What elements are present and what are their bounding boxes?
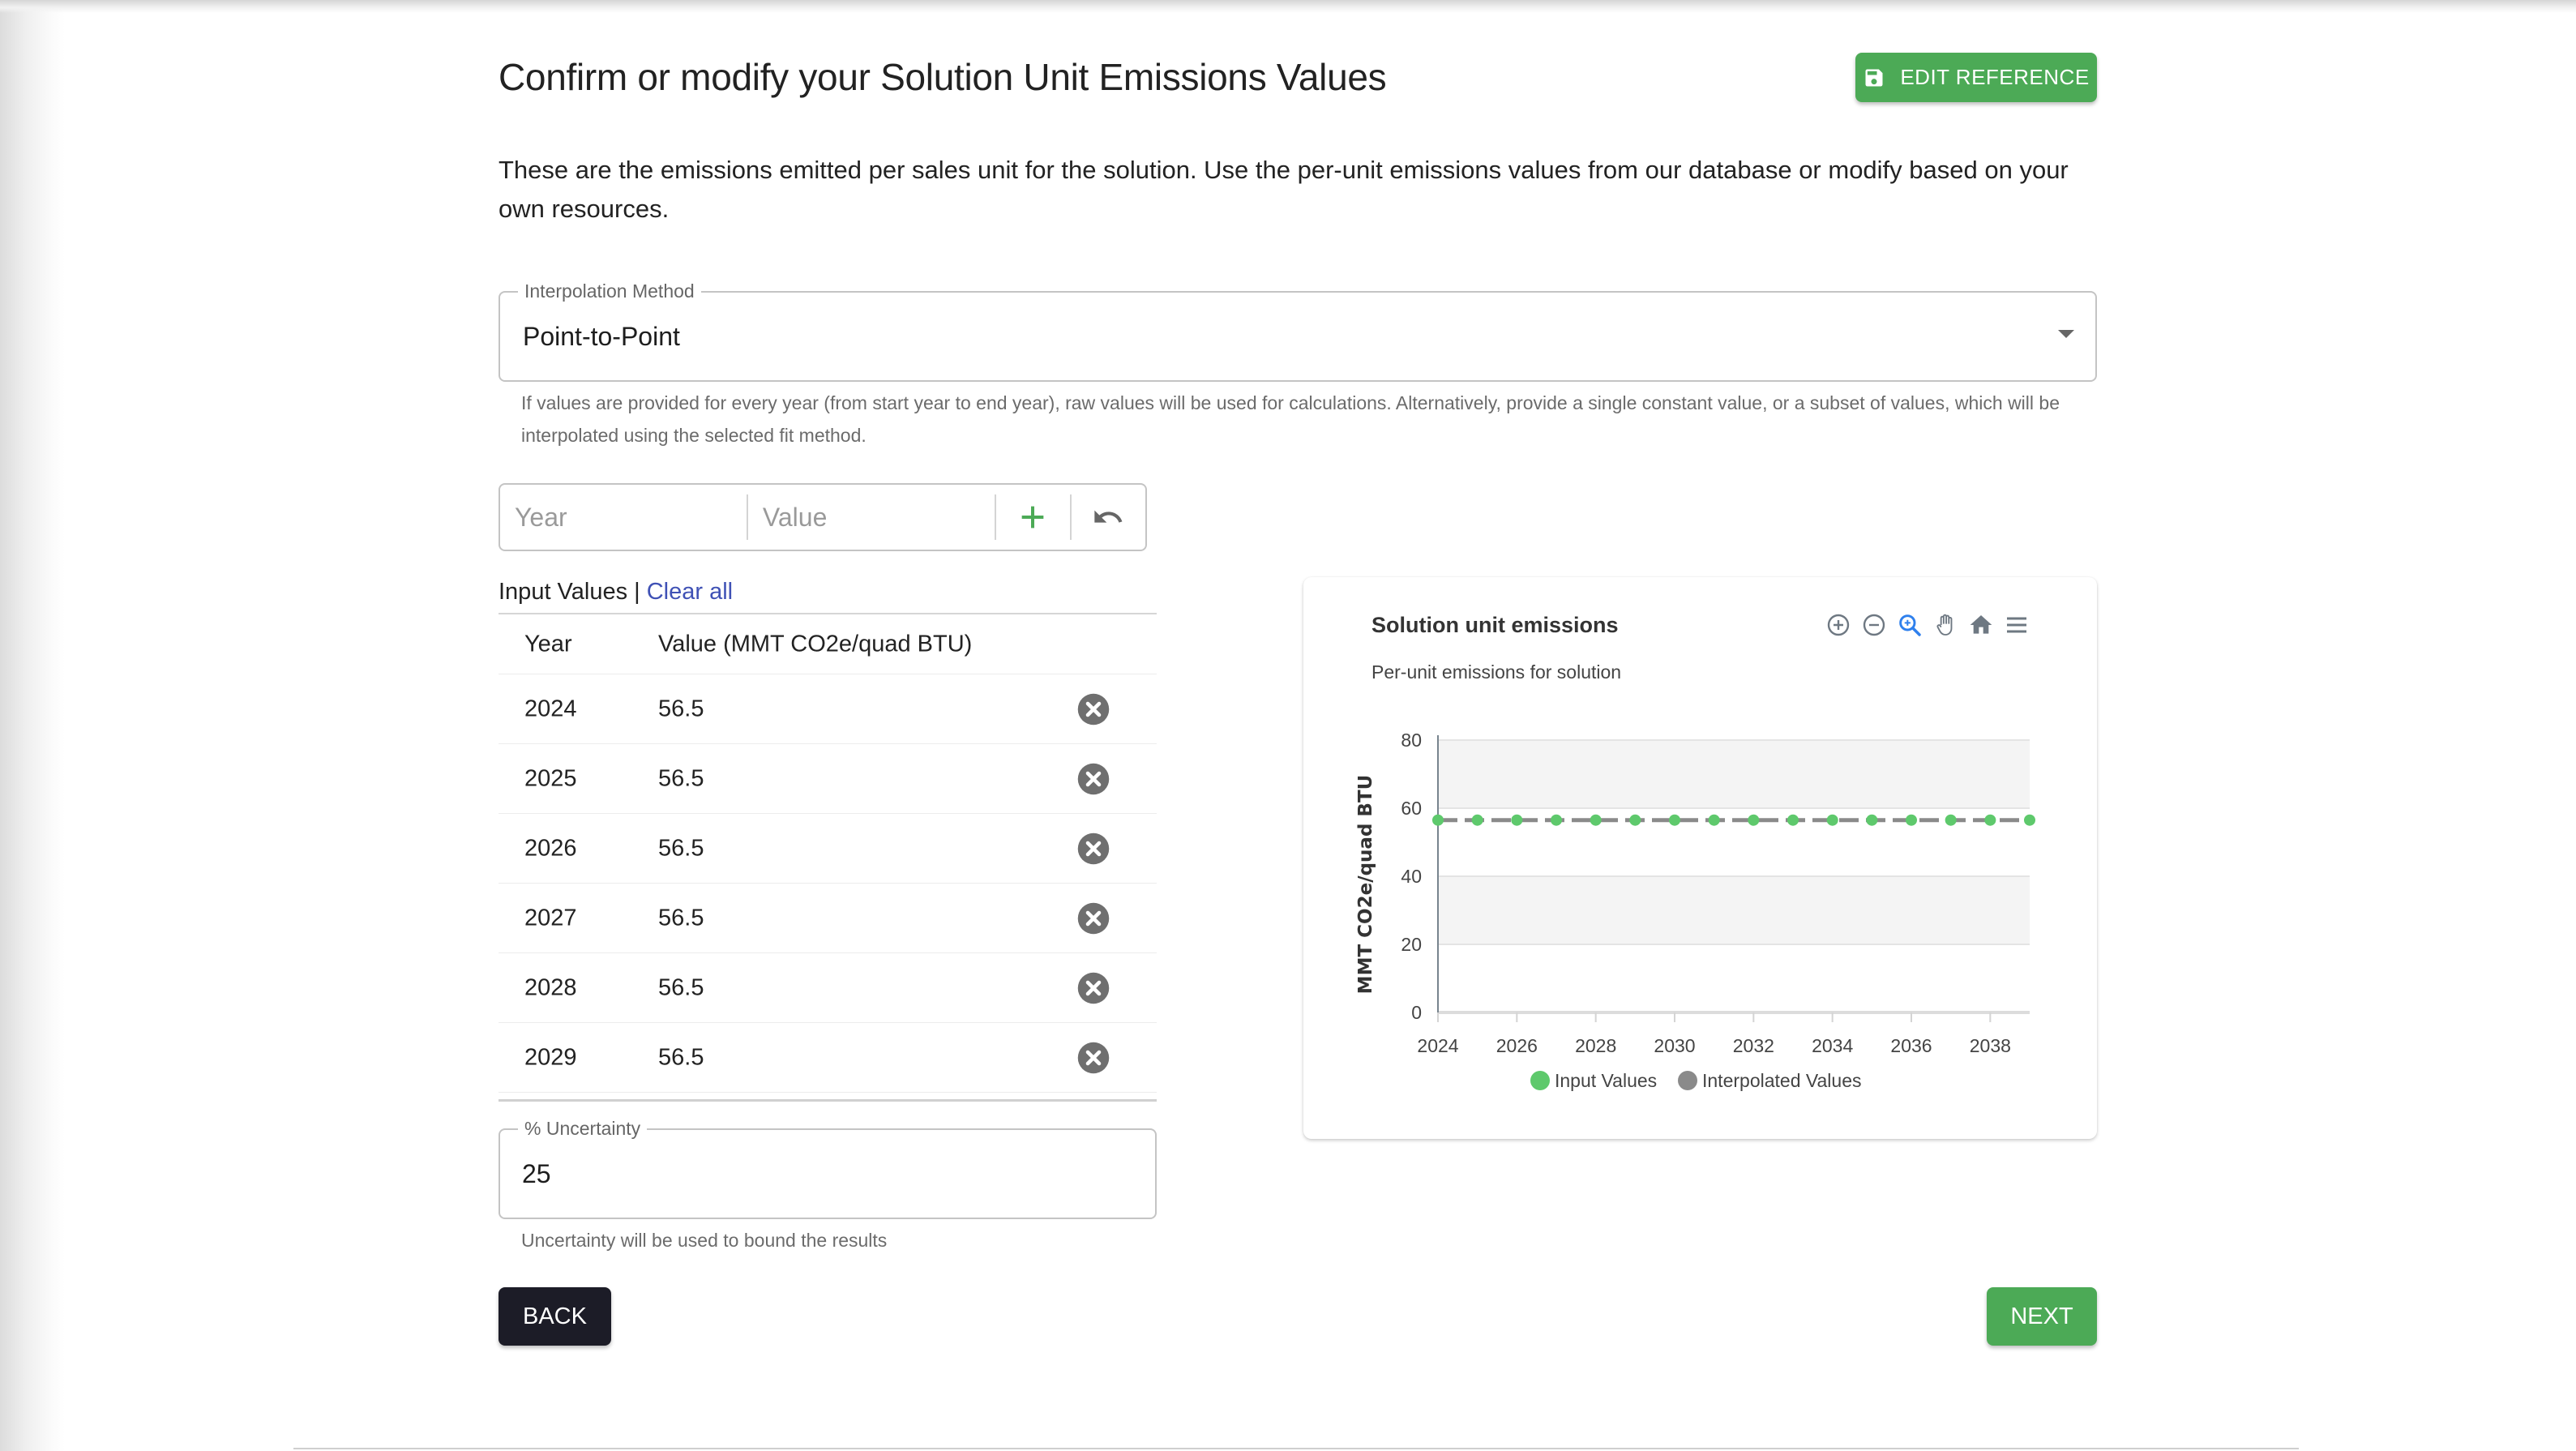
plus-icon: [1022, 506, 1044, 529]
input-value-point: [1748, 814, 1760, 826]
x-tick-label: 2032: [1733, 1035, 1774, 1056]
input-value-point: [1432, 814, 1444, 826]
row-value: 56.5: [658, 765, 704, 791]
input-value-point: [1471, 814, 1483, 826]
interpolation-method-label: Interpolation Method: [518, 280, 701, 302]
edit-reference-button[interactable]: EDIT REFERENCE: [1855, 53, 2097, 102]
remove-row-icon[interactable]: [1076, 901, 1110, 935]
next-button[interactable]: NEXT: [1987, 1287, 2097, 1346]
table-row: 2029 56.5: [499, 1023, 1157, 1093]
legend-label-input: Input Values: [1555, 1070, 1657, 1091]
table-row: 2027 56.5: [499, 884, 1157, 953]
legend-label-interpolated: Interpolated Values: [1702, 1070, 1862, 1091]
value-input[interactable]: [747, 493, 995, 541]
window-edge-shadow: [0, 0, 65, 1451]
input-value-point: [1984, 814, 1996, 826]
remove-row-icon[interactable]: [1076, 1041, 1110, 1075]
y-tick-label: 20: [1401, 934, 1422, 955]
edit-reference-label: EDIT REFERENCE: [1900, 65, 2090, 89]
chevron-down-icon: [2058, 330, 2074, 338]
row-value: 56.5: [658, 1044, 704, 1070]
add-value-input-group: [499, 483, 1147, 551]
input-value-point: [2024, 814, 2035, 826]
grid-band: [1438, 740, 2030, 808]
legend-marker-input: [1530, 1071, 1550, 1090]
input-value-point: [1629, 814, 1641, 826]
column-header-year: Year: [524, 631, 572, 657]
input-value-point: [1511, 814, 1523, 826]
x-tick-label: 2038: [1970, 1035, 2011, 1056]
row-value: 56.5: [658, 696, 704, 721]
x-tick-label: 2024: [1417, 1035, 1458, 1056]
input-value-point: [1669, 814, 1680, 826]
row-year: 2026: [524, 835, 577, 861]
input-value-point: [1945, 814, 1957, 826]
remove-row-icon[interactable]: [1076, 692, 1110, 726]
remove-row-icon[interactable]: [1076, 832, 1110, 866]
footer-divider: [293, 1448, 2299, 1449]
page-description: These are the emissions emitted per sale…: [499, 156, 2069, 223]
add-value-button[interactable]: [996, 493, 1070, 541]
input-value-point: [1866, 814, 1878, 826]
remove-row-icon[interactable]: [1076, 762, 1110, 796]
input-values-header: Input Values | Clear all: [499, 579, 733, 606]
row-year: 2024: [524, 696, 577, 721]
row-year: 2028: [524, 974, 577, 1000]
x-tick-label: 2028: [1575, 1035, 1616, 1056]
input-value-point: [1826, 814, 1838, 826]
year-input[interactable]: [500, 493, 747, 541]
x-tick-label: 2036: [1890, 1035, 1932, 1056]
column-header-value: Value (MMT CO2e/quad BTU): [658, 631, 973, 657]
table-row: 2026 56.5: [499, 814, 1157, 884]
row-year: 2027: [524, 905, 577, 931]
uncertainty-field[interactable]: % Uncertainty 25: [499, 1118, 1157, 1219]
table-row: 2025 56.5: [499, 744, 1157, 814]
line-chart: 0 20 40 60 80 2024 2026 2028 2030 2032 2034 2036 203…: [1355, 730, 2035, 1091]
row-value: 56.5: [658, 974, 704, 1000]
table-row: 2024 56.5: [499, 674, 1157, 744]
y-tick-label: 60: [1401, 798, 1422, 819]
y-tick-label: 40: [1401, 866, 1422, 887]
chart-card: Solution unit emissions Per-unit emissio…: [1303, 577, 2097, 1139]
x-tick-label: 2034: [1812, 1035, 1853, 1056]
input-value-point: [1787, 814, 1799, 826]
page-title: Confirm or modify your Solution Unit Emi…: [499, 56, 1387, 98]
table-divider: [499, 1099, 1157, 1102]
uncertainty-value: 25: [522, 1159, 551, 1188]
table-header-row: Year Value (MMT CO2e/quad BTU): [499, 614, 1157, 674]
interpolation-helper-text: If values are provided for every year (f…: [521, 392, 2060, 446]
input-values-heading: Input Values: [499, 579, 628, 605]
x-tick-label: 2030: [1654, 1035, 1695, 1056]
row-value: 56.5: [658, 835, 704, 861]
input-value-point: [1708, 814, 1720, 826]
input-value-point: [1906, 814, 1917, 826]
undo-icon: [1094, 510, 1123, 523]
x-tick-label: 2026: [1496, 1035, 1538, 1056]
heading-separator: |: [627, 579, 647, 605]
row-year: 2025: [524, 765, 577, 791]
interpolation-method-value: Point-to-Point: [523, 322, 680, 351]
save-icon: [1865, 69, 1883, 86]
uncertainty-label: % Uncertainty: [518, 1118, 648, 1140]
grid-band: [1438, 876, 2030, 944]
legend-marker-interpolated: [1678, 1071, 1697, 1090]
top-edge-shadow: [0, 0, 2576, 13]
row-year: 2029: [524, 1044, 577, 1070]
y-tick-label: 0: [1411, 1002, 1422, 1023]
input-value-point: [1551, 814, 1562, 826]
y-tick-label: 80: [1401, 730, 1422, 751]
remove-row-icon[interactable]: [1076, 971, 1110, 1005]
interpolation-method-select[interactable]: Interpolation Method Point-to-Point: [499, 280, 2097, 382]
input-value-point: [1590, 814, 1602, 826]
table-row: 2028 56.5: [499, 953, 1157, 1023]
back-button[interactable]: BACK: [499, 1287, 611, 1346]
row-value: 56.5: [658, 905, 704, 931]
input-values-table: Year Value (MMT CO2e/quad BTU) 2024 56.5 2…: [499, 613, 1157, 1102]
undo-button[interactable]: [1072, 493, 1145, 541]
clear-all-link[interactable]: Clear all: [647, 579, 733, 605]
uncertainty-helper-text: Uncertainty will be used to bound the re…: [521, 1230, 888, 1251]
y-axis-title: MMT CO2e/quad BTU: [1355, 775, 1376, 995]
